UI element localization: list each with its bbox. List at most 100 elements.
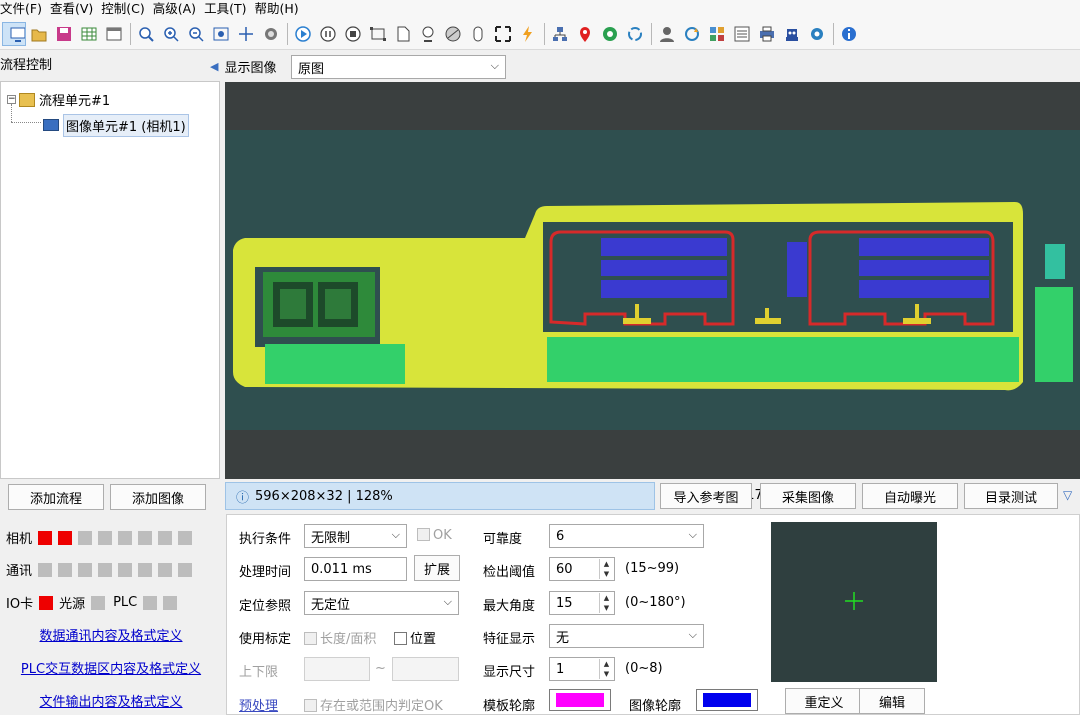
tree-node-flow-unit[interactable]: − 流程单元#1 bbox=[7, 90, 110, 109]
position-checkbox[interactable]: 位置 bbox=[394, 628, 436, 647]
preprocess-link[interactable]: 预处理 bbox=[239, 695, 278, 714]
import-reference-button[interactable]: 导入参考图 bbox=[660, 483, 752, 509]
network-icon[interactable] bbox=[548, 22, 572, 46]
table-icon[interactable] bbox=[77, 22, 101, 46]
display-image-select[interactable]: 原图 ⌵ bbox=[291, 55, 506, 79]
edit-button[interactable]: 编辑 bbox=[859, 688, 925, 714]
menu-tools[interactable]: 工具(T) bbox=[204, 0, 254, 18]
chevron-down-icon: ⌵ bbox=[688, 528, 697, 541]
feature-display-select[interactable]: 无 ⌵ bbox=[549, 624, 704, 648]
document-icon[interactable] bbox=[391, 22, 415, 46]
collapse-left-icon[interactable]: ◀ bbox=[210, 60, 218, 73]
template-contour-color[interactable] bbox=[549, 689, 611, 711]
checkbox-icon bbox=[394, 632, 407, 645]
plc-data-format-link[interactable]: PLC交互数据区内容及格式定义 bbox=[0, 658, 222, 677]
feature-display-label: 特征显示 bbox=[483, 632, 536, 647]
menu-view[interactable]: 查看(V) bbox=[50, 0, 101, 18]
monitor-icon[interactable] bbox=[2, 21, 26, 46]
sync-icon[interactable] bbox=[623, 22, 647, 46]
checkbox-checked-icon bbox=[417, 528, 430, 541]
info-icon[interactable] bbox=[837, 22, 861, 46]
exec-condition-value: 无限制 bbox=[311, 530, 351, 546]
upper-bound-field[interactable] bbox=[392, 657, 459, 681]
len-area-checkbox[interactable]: 长度/面积 bbox=[304, 628, 376, 647]
crosshair-icon[interactable] bbox=[234, 22, 258, 46]
flash-icon[interactable] bbox=[516, 22, 540, 46]
reliability-select[interactable]: 6 ⌵ bbox=[549, 524, 704, 548]
stop-icon[interactable] bbox=[341, 22, 365, 46]
comm-status-row: 通讯 bbox=[6, 560, 193, 579]
chevron-down-icon[interactable]: ▽ bbox=[1063, 488, 1072, 502]
add-image-button[interactable]: 添加图像 bbox=[110, 484, 206, 510]
list-icon[interactable] bbox=[730, 22, 754, 46]
refresh-icon[interactable] bbox=[598, 22, 622, 46]
exist-ok-checkbox[interactable]: 存在或范围内判定OK bbox=[304, 695, 443, 714]
circle-icon[interactable] bbox=[259, 22, 283, 46]
expand-button[interactable]: 扩展 bbox=[414, 555, 460, 581]
disc-icon[interactable] bbox=[441, 22, 465, 46]
spinner-arrows-icon[interactable]: ▲ ▼ bbox=[599, 559, 613, 579]
image-contour-color[interactable] bbox=[696, 689, 758, 711]
zoom-out-icon[interactable] bbox=[159, 22, 183, 46]
max-angle-spinner[interactable]: 15 ▲ ▼ bbox=[549, 591, 615, 615]
directory-test-button[interactable]: 目录测试 bbox=[964, 483, 1058, 509]
threshold-spinner[interactable]: 60 ▲ ▼ bbox=[549, 557, 615, 581]
spinner-arrows-icon[interactable]: ▲ ▼ bbox=[599, 593, 613, 613]
collapse-icon[interactable]: − bbox=[7, 95, 16, 104]
roi-icon[interactable] bbox=[366, 22, 390, 46]
user-icon[interactable] bbox=[655, 22, 679, 46]
menu-help[interactable]: 帮助(H) bbox=[254, 0, 306, 18]
tree-node-image-unit[interactable]: 图像单元#1 (相机1) bbox=[43, 113, 189, 137]
pause-icon[interactable] bbox=[316, 22, 340, 46]
toolbar bbox=[0, 18, 1080, 50]
display-size-range: (0~8) bbox=[625, 661, 663, 676]
status-indicator bbox=[98, 562, 113, 577]
position-label: 位置 bbox=[410, 632, 437, 647]
menu-file[interactable]: 文件(F) bbox=[0, 0, 50, 18]
window-icon[interactable] bbox=[102, 22, 126, 46]
lower-bound-field[interactable] bbox=[304, 657, 370, 681]
add-flow-button[interactable]: 添加流程 bbox=[8, 484, 104, 510]
exec-condition-select[interactable]: 无限制 ⌵ bbox=[304, 524, 407, 548]
proc-time-label: 处理时间 bbox=[239, 565, 292, 580]
locate-ref-select[interactable]: 无定位 ⌵ bbox=[304, 591, 459, 615]
template-preview[interactable] bbox=[771, 522, 937, 682]
proc-time-field: 0.011 ms bbox=[304, 557, 407, 581]
display-size-value: 1 bbox=[556, 661, 565, 677]
zoom-in-icon[interactable] bbox=[134, 22, 158, 46]
mouse-icon[interactable] bbox=[466, 22, 490, 46]
image-canvas[interactable] bbox=[225, 82, 1080, 479]
use-calib-label: 使用标定 bbox=[239, 632, 292, 647]
ok-checkbox[interactable]: OK bbox=[417, 528, 452, 543]
grid-icon[interactable] bbox=[705, 22, 729, 46]
threshold-value: 60 bbox=[556, 561, 573, 577]
status-indicator bbox=[138, 562, 153, 577]
pin-icon[interactable] bbox=[573, 22, 597, 46]
camera-icon[interactable] bbox=[416, 22, 440, 46]
range-tilde: ~ bbox=[375, 661, 386, 676]
gear-icon[interactable] bbox=[805, 22, 829, 46]
play-icon[interactable] bbox=[291, 22, 315, 46]
view-icon[interactable] bbox=[209, 22, 233, 46]
save-icon[interactable] bbox=[52, 22, 76, 46]
zoom-reset-icon[interactable] bbox=[184, 22, 208, 46]
open-icon[interactable] bbox=[27, 22, 51, 46]
robot-icon[interactable] bbox=[780, 22, 804, 46]
menu-control[interactable]: 控制(C) bbox=[101, 0, 152, 18]
spinner-arrows-icon[interactable]: ▲ ▼ bbox=[599, 659, 613, 679]
status-indicator bbox=[58, 562, 73, 577]
rotate-icon[interactable] bbox=[680, 22, 704, 46]
auto-exposure-button[interactable]: 自动曝光 bbox=[862, 483, 958, 509]
data-comm-format-link[interactable]: 数据通讯内容及格式定义 bbox=[0, 625, 222, 644]
status-indicator bbox=[58, 530, 73, 545]
printer-icon[interactable] bbox=[755, 22, 779, 46]
tree-node-flow-label: 流程单元#1 bbox=[39, 94, 111, 109]
redefine-button[interactable]: 重定义 bbox=[785, 688, 863, 714]
file-output-format-link[interactable]: 文件输出内容及格式定义 bbox=[0, 691, 222, 710]
capture-image-button[interactable]: 采集图像 bbox=[760, 483, 856, 509]
display-image-header: ◀ 显示图像 bbox=[210, 52, 276, 80]
display-size-spinner[interactable]: 1 ▲ ▼ bbox=[549, 657, 615, 681]
io-light-plc-row: IO卡 光源 PLC bbox=[6, 593, 178, 612]
expand-icon[interactable] bbox=[491, 22, 515, 46]
menu-advanced[interactable]: 高级(A) bbox=[153, 0, 204, 18]
